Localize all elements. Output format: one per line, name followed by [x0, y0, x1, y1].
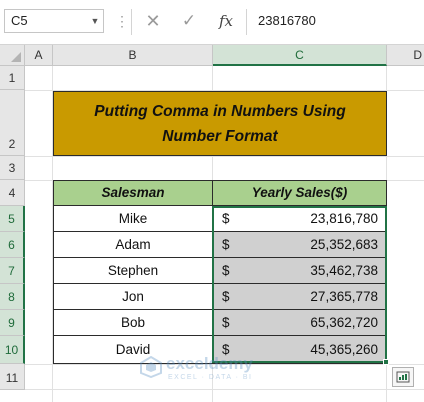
- check-icon[interactable]: ✓: [178, 10, 200, 32]
- row-header-10[interactable]: 10: [0, 336, 25, 364]
- column-header-b[interactable]: B: [53, 45, 213, 66]
- row-header-7[interactable]: 7: [0, 258, 25, 284]
- row-header-11[interactable]: 11: [0, 364, 25, 390]
- formula-bar-divider: [246, 9, 247, 35]
- gridline: [25, 389, 424, 390]
- cell-salesman[interactable]: Stephen: [53, 258, 213, 284]
- header-yearly-sales[interactable]: Yearly Sales($): [212, 180, 387, 206]
- close-icon[interactable]: ✕: [142, 10, 164, 32]
- formula-bar-divider: [131, 9, 132, 35]
- watermark: exceldemy EXCEL · DATA · BI: [140, 352, 290, 386]
- header-salesman[interactable]: Salesman: [53, 180, 213, 206]
- more-dots-icon: ⋮: [115, 13, 129, 29]
- fx-icon[interactable]: fx: [214, 10, 238, 32]
- select-all-triangle-icon: [11, 52, 21, 62]
- row-header-3[interactable]: 3: [0, 156, 25, 180]
- column-header-d[interactable]: D: [387, 45, 424, 66]
- gridline: [25, 156, 424, 157]
- row-header-1[interactable]: 1: [0, 66, 25, 90]
- row-header-8[interactable]: 8: [0, 284, 25, 310]
- row-header-4[interactable]: 4: [0, 180, 25, 206]
- quick-analysis-icon[interactable]: [392, 367, 414, 387]
- row-header-5[interactable]: 5: [0, 206, 25, 232]
- watermark-name: exceldemy: [166, 354, 253, 373]
- sheet-title[interactable]: Putting Comma in Numbers Using Number Fo…: [53, 91, 387, 156]
- row-header-2[interactable]: 2: [0, 90, 25, 156]
- column-header-a[interactable]: A: [25, 45, 53, 66]
- row-header-9[interactable]: 9: [0, 310, 25, 336]
- row-header-6[interactable]: 6: [0, 232, 25, 258]
- selection-range: [212, 206, 387, 363]
- cell-salesman[interactable]: Bob: [53, 310, 213, 336]
- exceldemy-logo-icon: [140, 356, 162, 378]
- chevron-down-icon[interactable]: ▼: [88, 10, 102, 32]
- cell-salesman[interactable]: Jon: [53, 284, 213, 310]
- cell-salesman[interactable]: Mike: [53, 206, 213, 232]
- watermark-tagline: EXCEL · DATA · BI: [168, 374, 253, 381]
- formula-input[interactable]: 23816780: [250, 9, 424, 33]
- cell-salesman[interactable]: Adam: [53, 232, 213, 258]
- fill-handle[interactable]: [383, 359, 389, 365]
- column-header-c[interactable]: C: [213, 45, 387, 66]
